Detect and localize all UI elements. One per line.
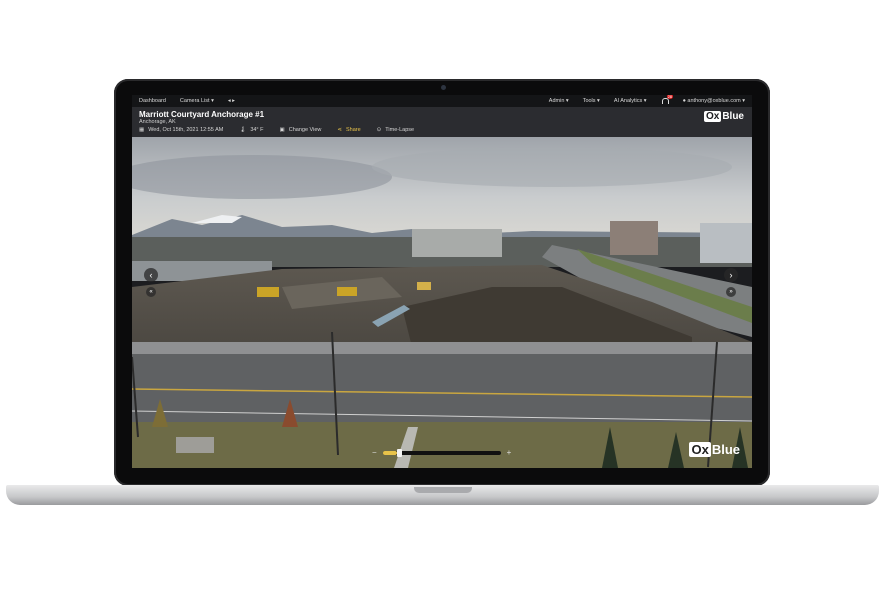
change-view-button[interactable]: ▣ Change View xyxy=(280,127,322,133)
laptop-notch xyxy=(414,487,472,493)
thermometer-icon: 🌡 xyxy=(239,127,247,133)
nav-tools-label: Tools xyxy=(582,98,596,104)
zoom-in-button[interactable]: + xyxy=(507,448,512,457)
notification-badge: 28 xyxy=(666,95,674,99)
user-icon: ● xyxy=(682,98,686,104)
nav-tools[interactable]: Tools ▾ xyxy=(576,98,607,104)
zoom-slider[interactable] xyxy=(382,448,501,457)
chevron-right-icon[interactable]: ▸ xyxy=(232,98,235,104)
fast-forward-button[interactable]: » xyxy=(726,287,736,297)
chevron-left-icon[interactable]: ◂ xyxy=(228,98,231,104)
time-lapse-label: Time-Lapse xyxy=(385,127,415,133)
camera-header: Marriott Courtyard Anchorage #1 Anchorag… xyxy=(132,107,752,137)
watermark-ox: Ox xyxy=(689,442,711,457)
nav-camera-list-label: Camera List xyxy=(179,98,210,104)
time-lapse-icon: ⊙ xyxy=(376,127,382,133)
nav-admin-label: Admin xyxy=(548,98,565,104)
logo-ox: Ox xyxy=(703,111,722,122)
app-screen: Dashboard Camera List ▾ ◂ ▸ Admin ▾ Tool… xyxy=(132,95,752,468)
nav-right: Admin ▾ Tools ▾ AI Analytics ▾ 28 ● anth… xyxy=(542,95,752,106)
zoom-fill xyxy=(382,450,397,455)
temperature: 🌡 34° F xyxy=(239,127,263,133)
webcam-dot xyxy=(441,85,446,90)
oxblue-watermark: Ox Blue xyxy=(689,442,740,457)
user-menu[interactable]: ● anthony@oxblue.com ▾ xyxy=(676,98,752,104)
camera-title: Marriott Courtyard Anchorage #1 xyxy=(139,110,265,119)
nav-prev-next[interactable]: ◂ ▸ xyxy=(221,98,242,104)
nav-dashboard[interactable]: Dashboard xyxy=(132,98,173,104)
nav-ai-analytics[interactable]: AI Analytics ▾ xyxy=(607,98,654,104)
change-view-icon: ▣ xyxy=(279,127,285,133)
camera-image[interactable]: ‹ « › » − + Ox Blue xyxy=(132,137,752,468)
zoom-out-button[interactable]: − xyxy=(372,448,377,457)
share-label: Share xyxy=(345,127,361,133)
top-nav: Dashboard Camera List ▾ ◂ ▸ Admin ▾ Tool… xyxy=(132,95,752,107)
time-lapse-button[interactable]: ⊙ Time-Lapse xyxy=(377,127,414,133)
user-email: anthony@oxblue.com xyxy=(687,98,741,104)
notifications[interactable]: 28 xyxy=(654,95,676,106)
oxblue-logo: Ox Blue xyxy=(703,111,744,122)
nav-admin[interactable]: Admin ▾ xyxy=(542,98,576,104)
nav-camera-list[interactable]: Camera List ▾ xyxy=(173,98,221,104)
image-datetime: Wed, Oct 15th, 2021 12:55 AM xyxy=(148,127,224,133)
camera-toolbar: ▦ Wed, Oct 15th, 2021 12:55 AM 🌡 34° F ▣… xyxy=(139,127,414,133)
zoom-control: − + xyxy=(372,448,511,457)
nav-ai-analytics-label: AI Analytics xyxy=(613,98,643,104)
construction-site-photo xyxy=(132,137,752,468)
share-icon: ⋖ xyxy=(337,127,342,133)
previous-image-button[interactable]: ‹ xyxy=(144,268,158,282)
change-view-label: Change View xyxy=(288,127,322,133)
watermark-blue: Blue xyxy=(711,442,740,457)
camera-location: Anchorage, AK xyxy=(139,119,176,125)
bell-icon[interactable]: 28 xyxy=(661,95,674,104)
rewind-button[interactable]: « xyxy=(146,287,156,297)
date-picker[interactable]: ▦ Wed, Oct 15th, 2021 12:55 AM xyxy=(139,127,223,133)
zoom-thumb[interactable] xyxy=(396,448,402,457)
calendar-icon: ▦ xyxy=(139,127,145,133)
next-image-button[interactable]: › xyxy=(724,268,738,282)
logo-blue: Blue xyxy=(722,111,744,122)
share-button[interactable]: ⋖ Share xyxy=(337,127,360,133)
temperature-value: 34° F xyxy=(250,127,264,133)
